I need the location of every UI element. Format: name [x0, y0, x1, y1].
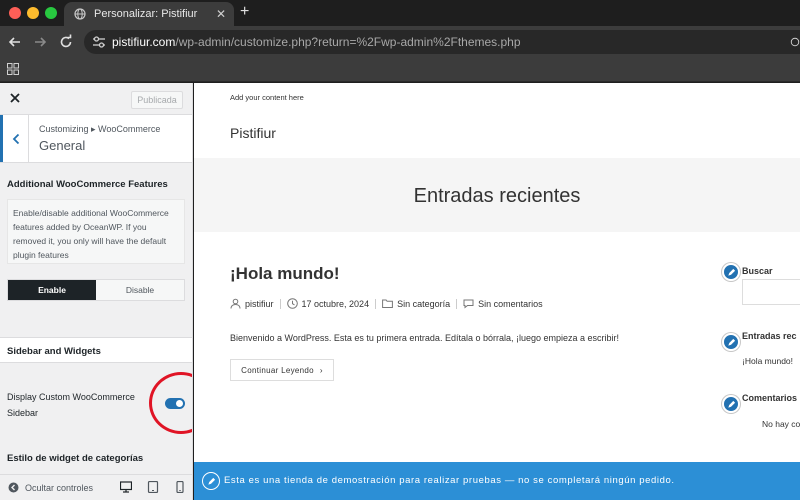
url-text: pistifiur.com/wp-admin/customize.php?ret…: [112, 35, 521, 49]
enable-button[interactable]: Enable: [8, 280, 96, 300]
edit-shortcut-icon[interactable]: [722, 333, 740, 351]
folder-icon: [382, 299, 393, 308]
edit-shortcut-icon[interactable]: [202, 472, 220, 490]
demo-notice-text: Esta es una tienda de demostración para …: [224, 475, 675, 486]
comments-widget-title: Comentarios: [742, 393, 798, 403]
features-button-group: Enable Disable: [7, 279, 185, 301]
url-path: /wp-admin/customize.php?return=%2Fwp-adm…: [175, 35, 521, 49]
customizer-footer: Ocultar controles: [0, 474, 192, 500]
page-header: Entradas recientes: [194, 158, 800, 232]
globe-icon: [74, 8, 86, 20]
section-title: General: [39, 138, 86, 153]
recent-post-link[interactable]: ¡Hola mundo!: [742, 356, 793, 366]
demo-store-notice: Esta es una tienda de demostración para …: [194, 462, 800, 500]
search-widget-title: Buscar: [742, 266, 773, 276]
customizer-header: Publicada: [0, 83, 192, 115]
post-date: 17 octubre, 2024: [301, 298, 370, 309]
new-tab-icon[interactable]: +: [240, 3, 249, 21]
site-preview: Add your content here Pistifiur Entradas…: [194, 83, 800, 500]
sidebar-widgets-section[interactable]: Sidebar and Widgets: [0, 337, 192, 363]
window-maximize-button[interactable]: [45, 7, 57, 19]
browser-tab[interactable]: Personalizar: Pistifiur ✕: [64, 2, 234, 26]
site-title[interactable]: Pistifiur: [230, 125, 276, 141]
meta-divider: [456, 298, 458, 309]
highlight-circle: [149, 372, 192, 434]
extension-icon[interactable]: [790, 34, 800, 50]
disable-button[interactable]: Disable: [96, 280, 184, 300]
clock-icon: [286, 298, 298, 309]
window-close-button[interactable]: [9, 7, 21, 19]
collapse-icon[interactable]: [8, 482, 19, 493]
user-icon: [230, 298, 241, 309]
topbar-text: Add your content here: [230, 93, 304, 102]
bookmarks-bar: [0, 58, 800, 82]
post-comments[interactable]: Sin comentarios: [478, 299, 543, 309]
mobile-preview-icon[interactable]: [174, 481, 186, 493]
sidebar-widgets-label: Sidebar and Widgets: [7, 346, 101, 357]
post-title[interactable]: ¡Hola mundo!: [230, 264, 340, 284]
window-minimize-button[interactable]: [27, 7, 39, 19]
back-arrow-icon[interactable]: [7, 34, 23, 50]
comments-widget-text: No hay co: [762, 419, 800, 429]
post-author[interactable]: pistifiur: [245, 299, 274, 309]
tab-close-icon[interactable]: ✕: [216, 7, 226, 21]
url-host: pistifiur.com: [112, 35, 176, 49]
meta-divider: [375, 298, 377, 309]
publish-button[interactable]: Publicada: [131, 91, 183, 109]
browser-toolbar: pistifiur.com/wp-admin/customize.php?ret…: [0, 26, 800, 58]
tab-title: Personalizar: Pistifiur: [94, 8, 198, 20]
edit-shortcut-icon[interactable]: [722, 263, 740, 281]
features-heading: Additional WooCommerce Features: [7, 179, 168, 190]
chevron-left-icon: [12, 133, 19, 144]
section-header: Customizing ▸ WooCommerce General: [0, 115, 192, 163]
post-meta: pistifiur 17 octubre, 2024 Sin categoría…: [230, 298, 543, 309]
edit-shortcut-icon[interactable]: [722, 395, 740, 413]
read-more-button[interactable]: Continuar Leyendo ›: [230, 359, 334, 381]
display-sidebar-label: Display Custom WooCommerce Sidebar: [7, 392, 135, 418]
close-icon[interactable]: [9, 92, 21, 104]
page-title: Entradas recientes: [413, 185, 581, 207]
search-input[interactable]: [742, 279, 800, 305]
post-excerpt: Bienvenido a WordPress. Esta es tu prime…: [230, 333, 620, 343]
chevron-right-icon: ›: [319, 365, 323, 375]
meta-divider: [279, 298, 281, 309]
browser-tabstrip: Personalizar: Pistifiur ✕ +: [0, 0, 800, 26]
reload-icon[interactable]: [58, 34, 74, 50]
site-settings-icon[interactable]: [92, 35, 106, 49]
post-category[interactable]: Sin categoría: [397, 299, 450, 309]
breadcrumb: Customizing ▸ WooCommerce: [39, 124, 161, 134]
apps-grid-icon[interactable]: [7, 63, 19, 75]
customizer-sidebar: Publicada Customizing ▸ WooCommerce Gene…: [0, 83, 193, 500]
recent-posts-widget-title: Entradas rec: [742, 331, 797, 341]
category-widget-style-label: Estilo de widget de categorías: [7, 453, 144, 464]
back-button[interactable]: [0, 115, 29, 162]
read-more-label: Continuar Leyendo: [241, 365, 314, 375]
forward-arrow-icon[interactable]: [32, 34, 48, 50]
desktop-preview-icon[interactable]: [120, 481, 132, 493]
features-description: Enable/disable additional WooCommerce fe…: [7, 199, 185, 264]
collapse-controls-button[interactable]: Ocultar controles: [25, 483, 93, 493]
tablet-preview-icon[interactable]: [147, 481, 159, 493]
address-bar[interactable]: pistifiur.com/wp-admin/customize.php?ret…: [84, 30, 800, 54]
comment-icon: [463, 299, 474, 309]
